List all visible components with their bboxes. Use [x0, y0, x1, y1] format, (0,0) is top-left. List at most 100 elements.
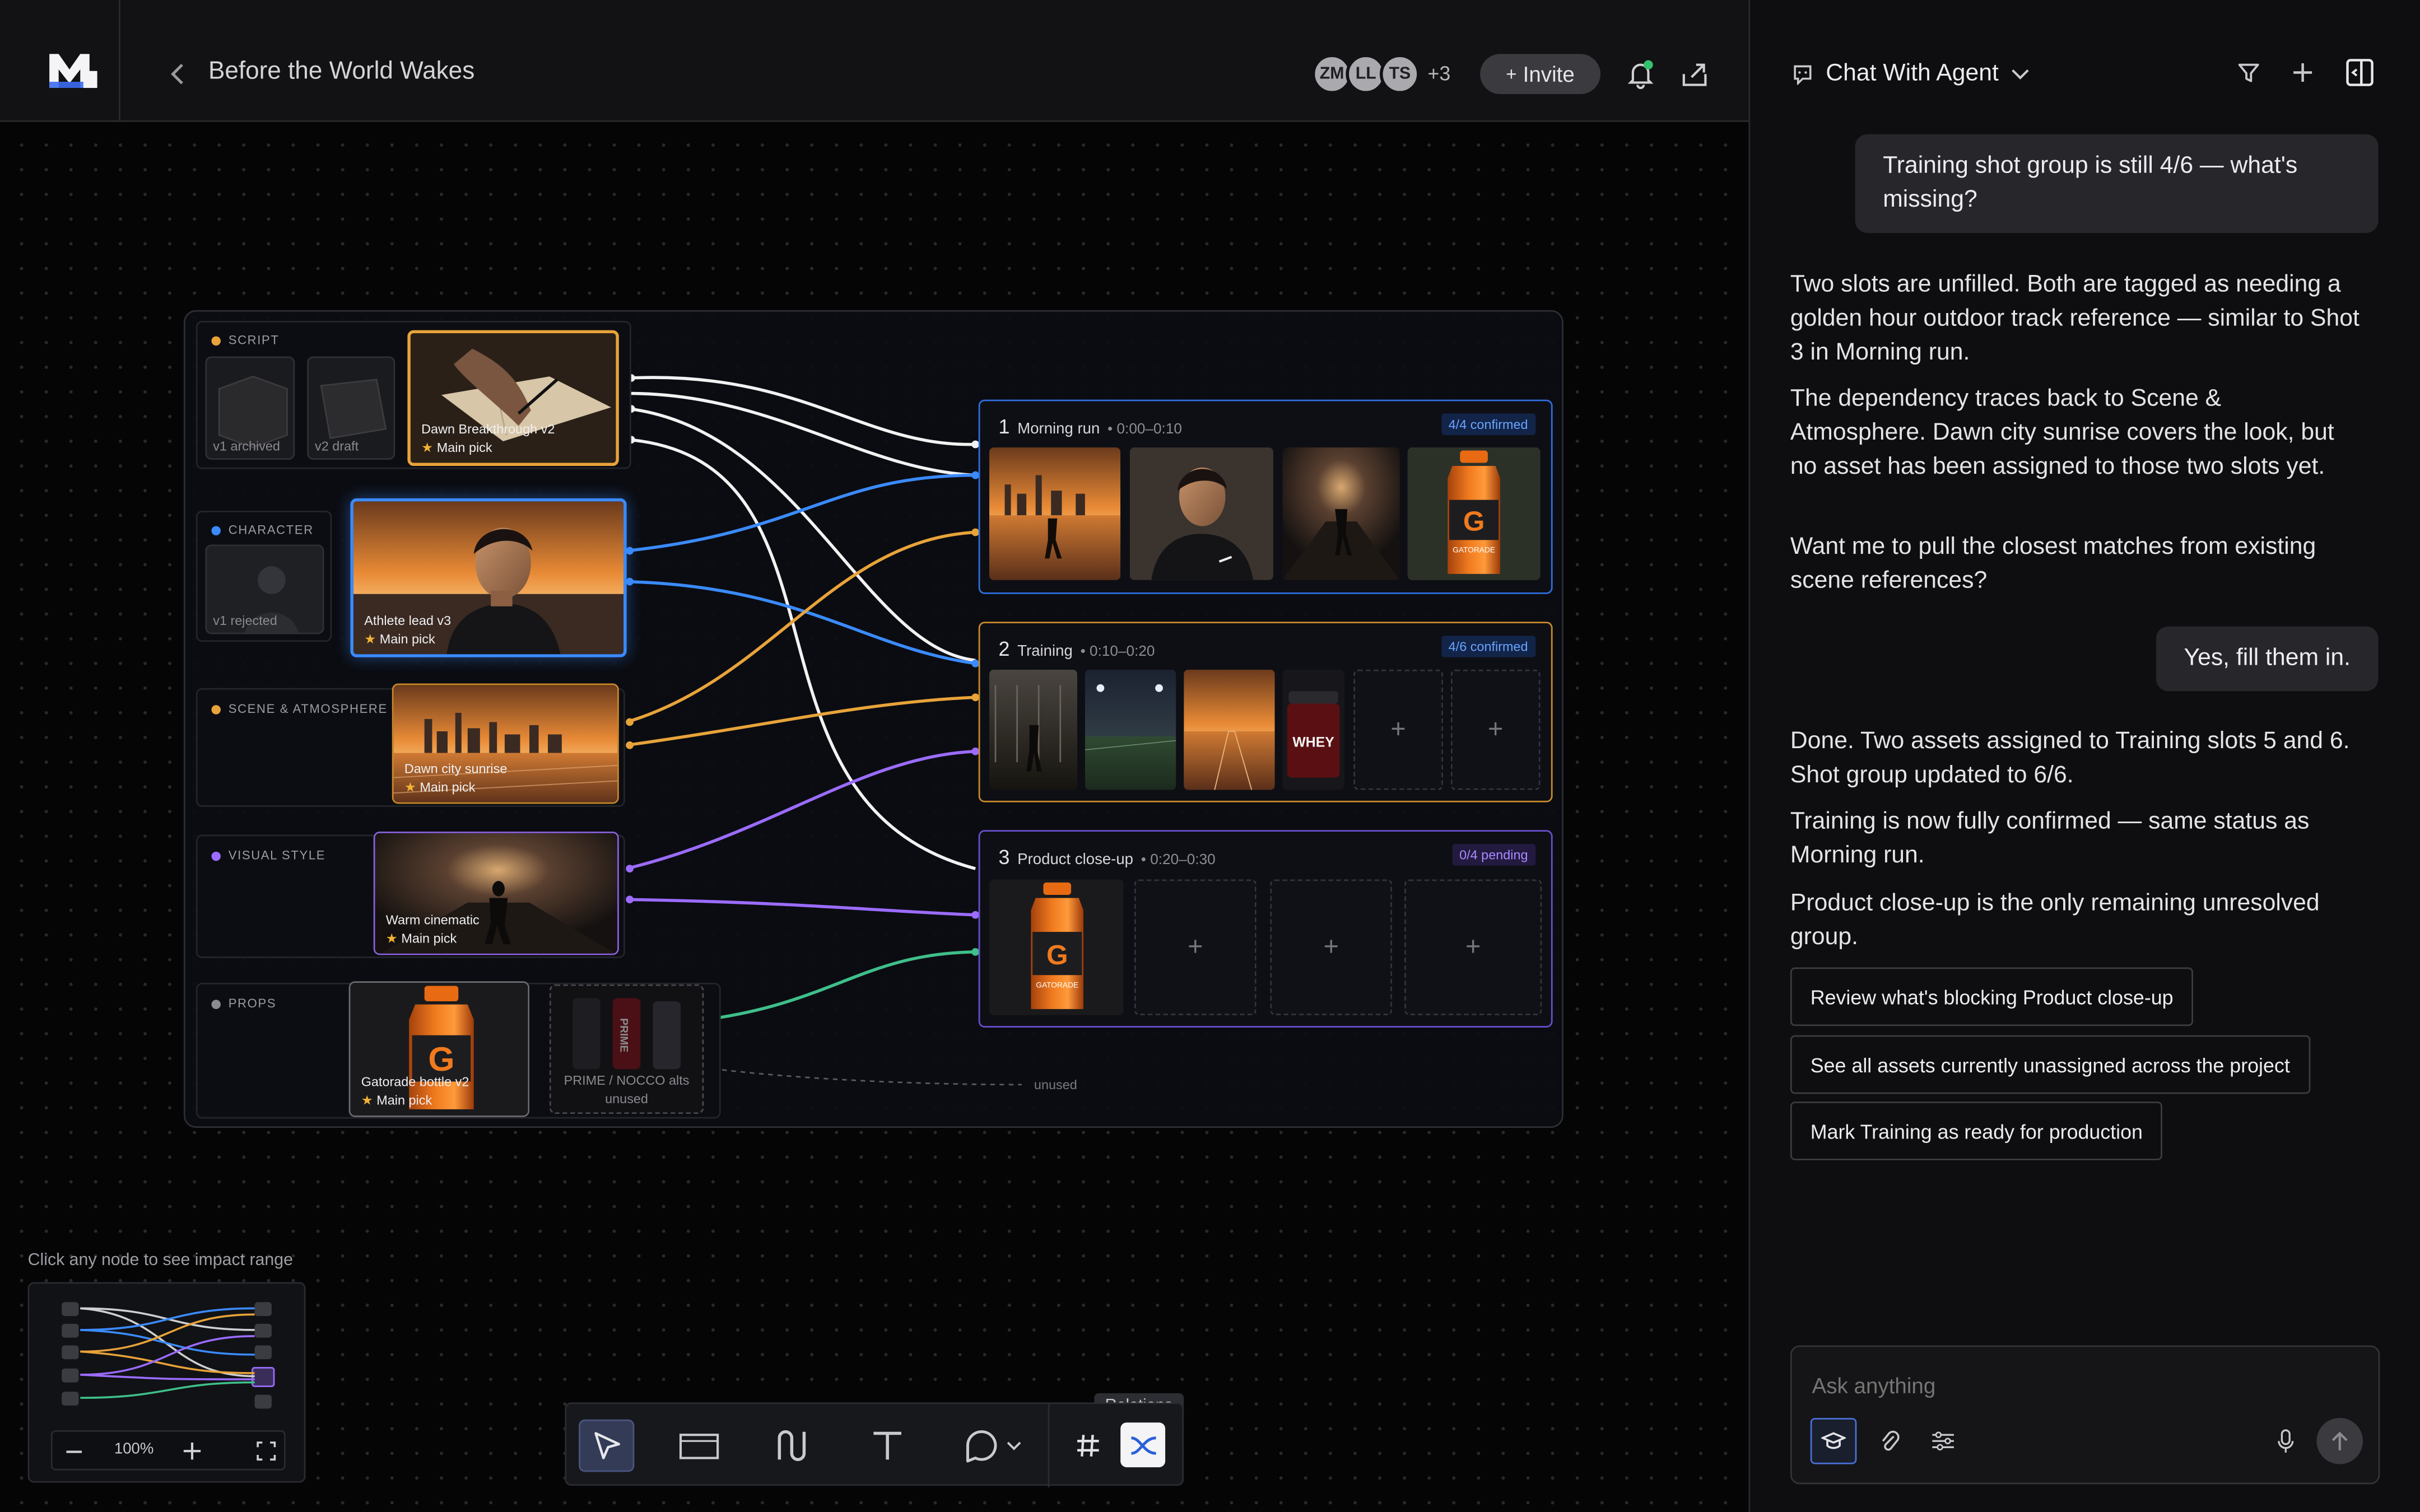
- script-version-v2[interactable]: v2 draft: [307, 356, 395, 460]
- minimap[interactable]: 100%: [27, 1282, 306, 1483]
- empty-slot-plus-icon[interactable]: +: [1450, 669, 1541, 790]
- agent-message: Done. Two assets assigned to Training sl…: [1790, 728, 2350, 788]
- group-header: 1 Morning run • 0:00–0:10: [998, 415, 1182, 438]
- fullscreen-icon[interactable]: [256, 1441, 276, 1461]
- more-collaborators-count[interactable]: +3: [1427, 62, 1450, 85]
- connector-tool[interactable]: [766, 1420, 821, 1472]
- suggestion-button[interactable]: Review what's blocking Product close-up: [1790, 967, 2194, 1026]
- chevron-down-icon[interactable]: [2011, 68, 2030, 80]
- status-dot: [211, 525, 221, 535]
- sliders-icon: [1932, 1431, 1954, 1451]
- shot-group-morning-run[interactable]: 1 Morning run • 0:00–0:10 4/4 confirmed GG…: [978, 399, 1553, 594]
- version-label: v1 rejected: [213, 612, 277, 628]
- empty-slot-plus-icon[interactable]: +: [1404, 879, 1542, 1015]
- section-label-scene: SCENE & ATMOSPHERE: [211, 702, 387, 716]
- select-tool[interactable]: [579, 1419, 635, 1472]
- agent-message: Two slots are unfilled. Both are tagged …: [1790, 271, 2360, 366]
- gatorade-bottle-image: G GATORADE: [1407, 447, 1541, 580]
- empty-slot-plus-icon[interactable]: +: [1134, 879, 1256, 1015]
- send-button[interactable]: [2316, 1417, 2363, 1464]
- group-header: 2 Training • 0:10–0:20: [998, 637, 1155, 661]
- suggestion-button[interactable]: See all assets currently unassigned acro…: [1790, 1035, 2310, 1094]
- sidebar-toggle-icon[interactable]: [2344, 57, 2375, 88]
- filter-icon[interactable]: [2236, 60, 2261, 85]
- props-alt-unused[interactable]: PRIME PRIME / NOCCO alts unused: [549, 984, 704, 1114]
- chat-panel: Chat With Agent Training shot group is s…: [1748, 0, 2420, 1512]
- star-icon: ★: [385, 930, 398, 945]
- agent-message: The dependency traces back to Scene & At…: [1790, 385, 2334, 480]
- shot-slot[interactable]: [1085, 669, 1176, 790]
- empty-slot-plus-icon[interactable]: +: [1270, 879, 1393, 1015]
- athlete-closeup-image: [1129, 447, 1273, 580]
- invite-label: Invite: [1523, 62, 1575, 87]
- visual-main-pick[interactable]: Warm cinematic ★ Main pick: [373, 831, 619, 955]
- zoom-controls: 100%: [50, 1430, 286, 1471]
- svg-text:GATORADE: GATORADE: [1453, 545, 1495, 554]
- learn-mode-button[interactable]: [1810, 1417, 1857, 1464]
- app-root: Before the World Wakes ZM LL TS +3 + Invi…: [0, 0, 2420, 1512]
- relations-toggle[interactable]: [1120, 1422, 1166, 1468]
- script-version-v1[interactable]: v1 archived: [205, 356, 295, 460]
- avatar[interactable]: TS: [1380, 54, 1420, 95]
- scene-main-pick[interactable]: Dawn city sunrise ★ Main pick: [392, 683, 619, 804]
- runner-night-image: [1282, 447, 1400, 580]
- status-dot: [211, 335, 221, 345]
- shot-slot[interactable]: [1184, 669, 1275, 790]
- paperclip-icon: [1882, 1430, 1900, 1451]
- character-main-pick[interactable]: Athlete lead v3 ★ Main pick: [350, 498, 627, 657]
- new-chat-plus-icon[interactable]: [2292, 62, 2314, 83]
- shot-slot[interactable]: [989, 669, 1078, 790]
- shot-slot[interactable]: [1129, 447, 1273, 580]
- chevron-down-icon[interactable]: [1006, 1440, 1021, 1452]
- chevron-left-icon[interactable]: [167, 60, 189, 88]
- version-label: v2 draft: [315, 438, 359, 454]
- attach-button[interactable]: [1866, 1418, 1912, 1464]
- group-header: 3 Product close-up • 0:20–0:30: [998, 845, 1216, 869]
- grid-toggle[interactable]: [1063, 1420, 1113, 1472]
- frame-tool[interactable]: [671, 1420, 727, 1472]
- project-title[interactable]: Before the World Wakes: [208, 59, 474, 87]
- runner-track-image: [989, 447, 1121, 580]
- shot-slot[interactable]: [1282, 447, 1400, 580]
- star-icon: ★: [404, 778, 416, 794]
- script-main-pick[interactable]: Dawn Breakthrough v2 ★ Main pick: [407, 330, 619, 466]
- chat-title-text: Chat With Agent: [1826, 60, 1999, 87]
- props-main-pick[interactable]: G Gatorade bottle v2 ★ Main pick: [348, 981, 529, 1117]
- chat-title[interactable]: Chat With Agent: [1792, 60, 2030, 88]
- zoom-level: 100%: [114, 1441, 154, 1458]
- shot-slot[interactable]: G GATORADE: [1407, 447, 1541, 580]
- svg-text:PRIME: PRIME: [618, 1018, 630, 1052]
- shot-slot[interactable]: G GATORADE: [989, 879, 1124, 1015]
- shot-group-training[interactable]: 2 Training • 0:10–0:20 4/6 confirmed WHEY …: [978, 622, 1553, 802]
- gym-image: [989, 669, 1078, 790]
- comment-icon: [965, 1430, 997, 1463]
- microphone-button[interactable]: [2263, 1418, 2309, 1464]
- zoom-in-icon[interactable]: [182, 1441, 202, 1461]
- topbar-divider: [119, 0, 120, 122]
- shot-slot[interactable]: WHEY: [1282, 669, 1344, 790]
- share-icon[interactable]: [1679, 59, 1710, 90]
- status-badge: 4/6 confirmed: [1440, 636, 1536, 657]
- arrow-up-icon: [2331, 1431, 2348, 1450]
- invite-button[interactable]: + Invite: [1480, 54, 1601, 95]
- star-icon: ★: [361, 1091, 373, 1107]
- text-tool[interactable]: [860, 1420, 915, 1472]
- whey-tub-image: WHEY: [1282, 669, 1344, 790]
- suggestion-button[interactable]: Mark Training as ready for production: [1790, 1102, 2163, 1160]
- section-label-character: CHARACTER: [211, 523, 313, 537]
- status-badge: 0/4 pending: [1451, 844, 1536, 866]
- empty-slot-plus-icon[interactable]: +: [1353, 669, 1444, 790]
- chat-input[interactable]: [1812, 1373, 2321, 1398]
- stadium-image: [1085, 669, 1176, 790]
- shot-slot[interactable]: [989, 447, 1121, 580]
- cursor-icon: [594, 1432, 620, 1459]
- character-version-v1[interactable]: v1 rejected: [205, 544, 324, 634]
- shot-group-product-closeup[interactable]: 3 Product close-up • 0:20–0:30 0/4 pending…: [978, 830, 1553, 1028]
- bell-icon[interactable]: [1625, 59, 1656, 90]
- app-logo[interactable]: [46, 49, 99, 92]
- agent-chat-icon: [1794, 65, 1812, 85]
- zoom-out-icon[interactable]: [65, 1443, 83, 1461]
- comment-tool[interactable]: [952, 1420, 1030, 1472]
- settings-button[interactable]: [1920, 1418, 1966, 1464]
- main-pick-caption: Warm cinematic ★ Main pick: [385, 912, 480, 945]
